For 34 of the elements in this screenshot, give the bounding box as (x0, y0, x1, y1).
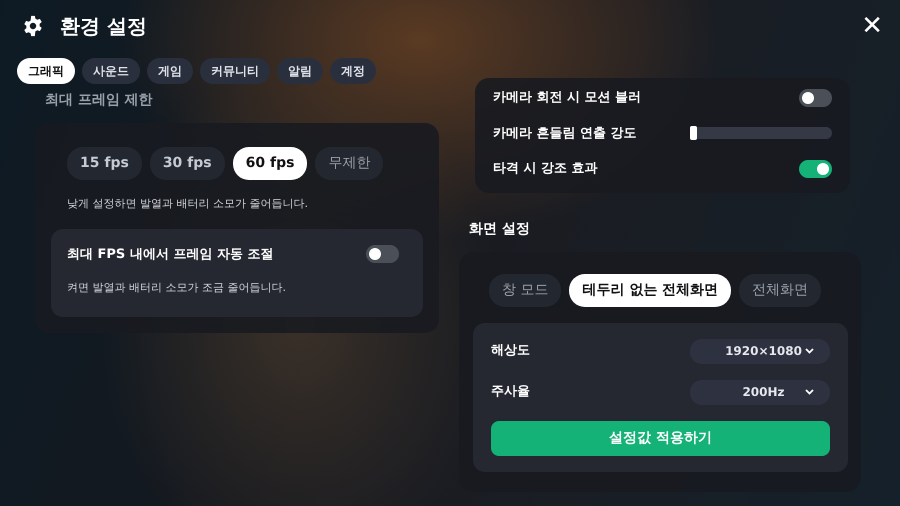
slider-thumb[interactable] (690, 126, 697, 140)
section-title: 화면 설정 (468, 220, 531, 238)
mode-option[interactable]: 테두리 없는 전체화면 (569, 274, 732, 306)
dropdown[interactable]: 200Hz (690, 380, 830, 404)
mode-option[interactable]: 창 모드 (489, 274, 562, 306)
section-title: 최대 프레임 제한 (44, 91, 154, 110)
tab[interactable]: 계정 (330, 58, 376, 84)
caret-icon (805, 348, 814, 354)
caret-icon (805, 389, 814, 395)
setting-label: 해상도 (491, 342, 530, 360)
tab[interactable]: 게임 (147, 58, 193, 84)
dropdown[interactable]: 1920×1080 (690, 338, 830, 364)
settings-icon (22, 15, 44, 37)
toggle-switch[interactable] (366, 245, 399, 264)
toggle-switch[interactable] (799, 88, 832, 107)
toggle-switch[interactable] (799, 160, 832, 178)
fps-option[interactable]: 15 fps (67, 147, 142, 180)
hint-text: 낮게 설정하면 발열과 배터리 소모가 줄어듭니다. (66, 196, 309, 212)
window-title: 환경 설정 (60, 13, 147, 40)
fps-option[interactable]: 30 fps (150, 147, 225, 180)
mode-option[interactable]: 전체화면 (739, 274, 822, 306)
setting-label: 타격 시 강조 효과 (493, 160, 598, 178)
tab[interactable]: 알림 (277, 58, 323, 84)
tab[interactable]: 사운드 (82, 58, 140, 84)
hint-text: 켜면 발열과 배터리 소모가 조금 줄어듭니다. (67, 280, 287, 296)
setting-label: 주사율 (491, 383, 530, 402)
tab[interactable]: 커뮤니티 (200, 58, 270, 84)
setting-label: 최대 FPS 내에서 프레임 자동 조절 (67, 246, 274, 264)
fps-option[interactable]: 60 fps (232, 147, 308, 180)
fps-option[interactable]: 무제한 (315, 147, 384, 180)
setting-label: 카메라 회전 시 모션 블러 (493, 89, 642, 107)
tab[interactable]: 그래픽 (17, 58, 75, 84)
setting-label: 카메라 흔들림 연출 강도 (493, 124, 637, 142)
close-button[interactable]: ✕ (861, 13, 883, 39)
